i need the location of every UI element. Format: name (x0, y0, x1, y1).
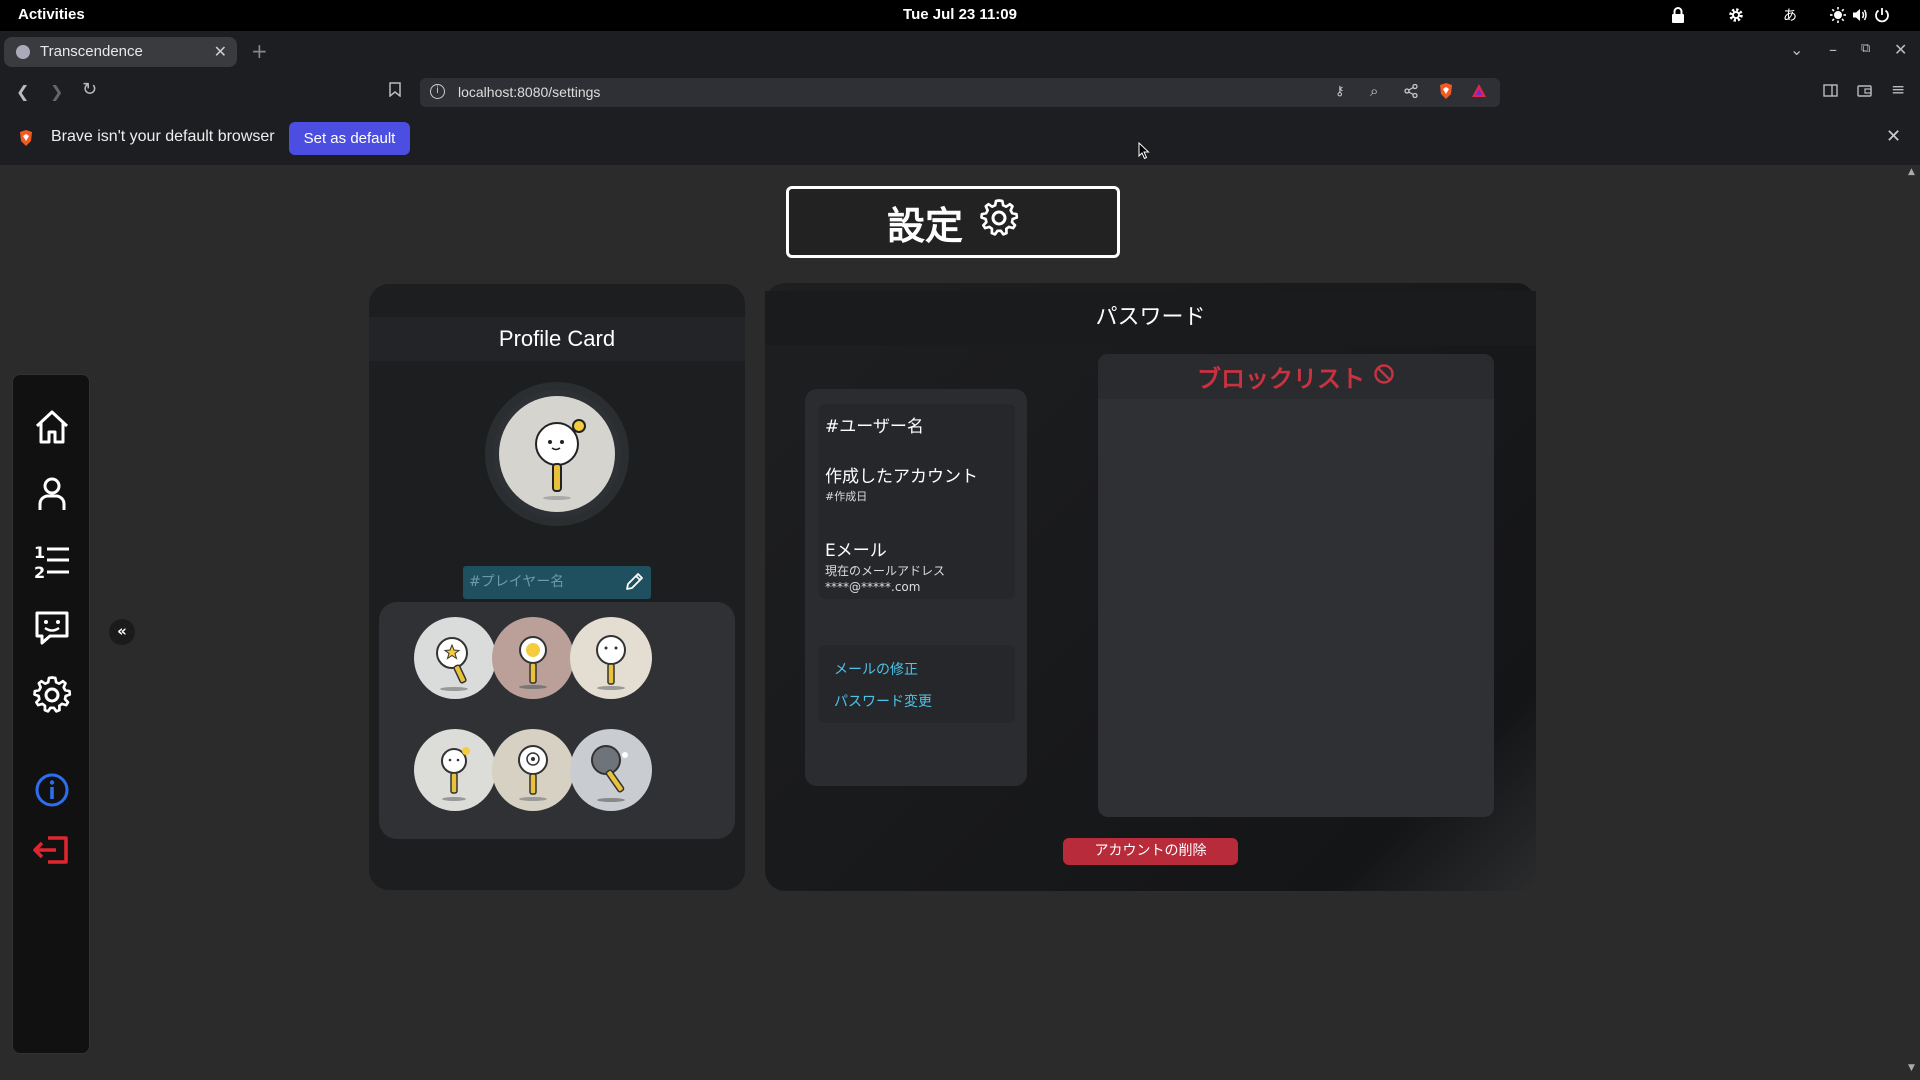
blocklist-header: ブロックリスト (1098, 354, 1494, 399)
menu-icon[interactable]: ≡ (1891, 80, 1905, 100)
default-browser-infobar: Brave isn't your default browser Set as … (0, 112, 1920, 165)
lock-icon[interactable] (1668, 4, 1688, 26)
account-actions: メールの修正 パスワード変更 (819, 645, 1015, 723)
page-content: 設定 12 « Profile Card #プレイヤー名 パスワード #ユーザー… (0, 165, 1920, 1080)
wallet-icon[interactable] (1857, 82, 1872, 101)
info-icon[interactable] (32, 770, 72, 810)
change-password-link[interactable]: パスワード変更 (834, 691, 932, 711)
player-name-field[interactable] (463, 566, 651, 599)
globe-icon (16, 45, 30, 59)
avatar-selection-grid (379, 602, 735, 839)
site-info-icon[interactable]: i (430, 84, 445, 99)
chat-icon[interactable] (32, 608, 72, 648)
logout-icon[interactable] (32, 830, 72, 870)
address-bar[interactable]: i localhost:8080/settings ⚷ ⌕ (420, 78, 1500, 107)
blocklist-title: ブロックリスト (1197, 365, 1365, 393)
brave-logo-icon (18, 129, 34, 151)
account-details: #ユーザー名 作成したアカウント #作成日 Eメール 現在のメールアドレス **… (819, 404, 1015, 599)
page-title: 設定 (786, 186, 1120, 258)
account-info-box: #ユーザー名 作成したアカウント #作成日 Eメール 現在のメールアドレス **… (805, 389, 1027, 786)
page-scrollbar[interactable]: ▲ ▼ (1905, 165, 1920, 1080)
system-clock[interactable]: Tue Jul 23 11:09 (0, 6, 1920, 23)
current-avatar[interactable] (485, 382, 629, 526)
avatar-option[interactable] (492, 729, 574, 811)
collapse-sidebar-button[interactable]: « (109, 619, 135, 645)
power-icon[interactable] (1872, 4, 1892, 26)
account-created-date: #作成日 (825, 490, 868, 503)
gear-icon[interactable] (1725, 4, 1747, 26)
zoom-icon[interactable]: ⌕ (1370, 82, 1378, 100)
gear-icon (979, 198, 1019, 247)
user-icon[interactable] (32, 474, 72, 514)
share-icon[interactable] (1404, 83, 1418, 102)
set-as-default-button[interactable]: Set as default (289, 122, 410, 155)
password-panel-title: パスワード (765, 291, 1536, 345)
current-email-value: ****@*****.com (825, 580, 921, 594)
brave-rewards-icon[interactable] (1471, 83, 1487, 102)
close-infobar-icon[interactable]: ✕ (1886, 126, 1901, 147)
profile-card-title: Profile Card (369, 317, 745, 361)
account-created-label: 作成したアカウント (825, 467, 978, 487)
sidebar-toggle-icon[interactable] (1823, 82, 1838, 101)
avatar-option[interactable] (414, 729, 496, 811)
avatar-option[interactable] (570, 729, 652, 811)
scroll-up-icon[interactable]: ▲ (1908, 167, 1915, 177)
prohibited-icon (1373, 363, 1395, 391)
minimize-icon[interactable]: – (1829, 40, 1837, 59)
back-icon[interactable]: ❮ (16, 82, 29, 101)
forward-icon[interactable]: ❯ (50, 82, 63, 101)
email-heading: Eメール (825, 541, 887, 561)
page-title-text: 設定 (886, 203, 963, 248)
username-label: #ユーザー名 (825, 417, 924, 437)
system-top-bar: Activities Tue Jul 23 11:09 あ (0, 0, 1920, 31)
tab-list-icon[interactable]: ⌄ (1790, 40, 1803, 59)
svg-text:1: 1 (34, 543, 45, 562)
avatar-option[interactable] (414, 617, 496, 699)
pencil-icon[interactable] (623, 571, 645, 593)
player-name-input[interactable] (469, 571, 609, 593)
reload-icon[interactable]: ↻ (82, 79, 97, 100)
home-icon[interactable] (32, 407, 72, 447)
browser-tab-strip: Transcendence ✕ + ⌄ – ⧉ ✕ (0, 31, 1920, 72)
edit-email-link[interactable]: メールの修正 (834, 659, 918, 679)
current-email-label: 現在のメールアドレス (825, 564, 946, 578)
blocklist-panel: ブロックリスト (1098, 354, 1494, 817)
browser-toolbar: ❮ ❯ ↻ i localhost:8080/settings ⚷ ⌕ ≡ (0, 72, 1920, 112)
bookmark-icon[interactable] (389, 82, 401, 101)
delete-account-button[interactable]: アカウントの削除 (1063, 838, 1238, 865)
avatar-option[interactable] (492, 617, 574, 699)
volume-icon[interactable] (1850, 4, 1870, 26)
infobar-message: Brave isn't your default browser (51, 128, 275, 145)
profile-card: Profile Card (369, 284, 745, 890)
password-panel: パスワード #ユーザー名 作成したアカウント #作成日 Eメール 現在のメールア… (765, 283, 1536, 891)
scroll-down-icon[interactable]: ▼ (1908, 1063, 1915, 1073)
leaderboard-icon[interactable]: 12 (32, 541, 72, 582)
avatar-option[interactable] (570, 617, 652, 699)
new-tab-icon[interactable]: + (251, 39, 268, 63)
url-text[interactable]: localhost:8080/settings (458, 84, 600, 100)
brave-shields-icon[interactable] (1438, 82, 1454, 104)
svg-text:2: 2 (34, 563, 45, 581)
mouse-cursor-icon (1138, 141, 1150, 164)
brightness-icon[interactable] (1828, 4, 1848, 26)
password-key-icon[interactable]: ⚷ (1335, 84, 1345, 99)
tab-title: Transcendence (40, 43, 143, 60)
close-tab-icon[interactable]: ✕ (214, 42, 227, 62)
close-window-icon[interactable]: ✕ (1894, 40, 1907, 59)
settings-icon[interactable] (32, 675, 72, 715)
restore-icon[interactable]: ⧉ (1861, 41, 1870, 56)
browser-tab[interactable]: Transcendence ✕ (4, 37, 237, 67)
app-sidebar: 12 (12, 374, 90, 1054)
input-method-indicator[interactable]: あ (1778, 4, 1802, 26)
